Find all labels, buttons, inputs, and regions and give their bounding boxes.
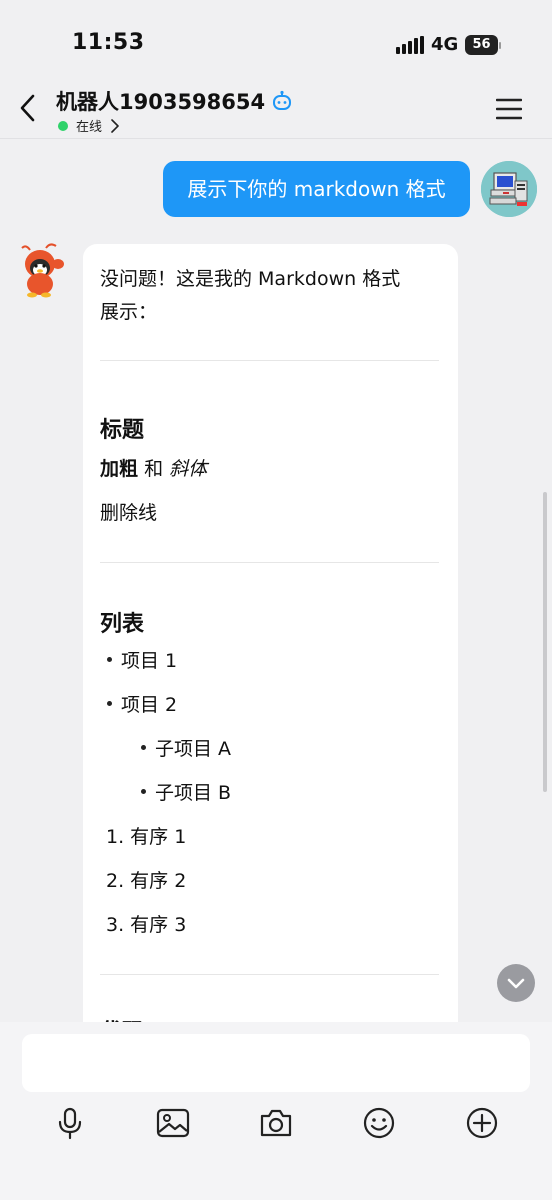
ordered-item: 1. 有序 1 bbox=[106, 826, 187, 848]
online-dot-icon bbox=[58, 120, 68, 131]
computer-avatar-icon bbox=[481, 161, 537, 217]
list-item-label: 项目 2 bbox=[121, 694, 178, 716]
ordered-item: 3. 有序 3 bbox=[106, 914, 187, 936]
microphone-icon[interactable] bbox=[53, 1106, 87, 1140]
online-status-label: 在线 bbox=[76, 120, 103, 135]
list-item: 项目 2 bbox=[107, 690, 177, 717]
bot-intro-line2: 展示： bbox=[100, 301, 158, 323]
chevron-down-icon bbox=[507, 978, 525, 989]
bullet-icon bbox=[107, 657, 112, 662]
divider bbox=[100, 974, 439, 975]
online-status[interactable]: 在线 bbox=[58, 116, 120, 135]
status-time: 11:53 bbox=[72, 30, 145, 55]
bold-text: 加粗 bbox=[100, 458, 139, 480]
heading-list: 列表 bbox=[100, 612, 145, 637]
italic-text: 斜体 bbox=[169, 458, 208, 480]
camera-icon[interactable] bbox=[259, 1106, 293, 1140]
heading-title: 标题 bbox=[100, 418, 145, 443]
emoji-icon[interactable] bbox=[362, 1106, 396, 1140]
chat-header: 机器人1903598654 在线 bbox=[0, 80, 552, 139]
network-type: 4G bbox=[431, 34, 459, 55]
battery-level: 56 bbox=[465, 35, 498, 55]
divider bbox=[100, 360, 439, 361]
bullet-icon bbox=[141, 789, 146, 794]
sub-list-item: 子项目 A bbox=[141, 734, 231, 761]
list-item-label: 项目 1 bbox=[121, 650, 178, 672]
back-icon[interactable] bbox=[16, 92, 40, 124]
signal-icon bbox=[396, 36, 424, 54]
user-avatar[interactable] bbox=[481, 161, 537, 217]
strikethrough-text: 删除线 bbox=[100, 502, 158, 524]
sub-list-item-label: 子项目 B bbox=[155, 782, 232, 804]
bottom-input-panel bbox=[0, 1022, 552, 1200]
sub-list-item-label: 子项目 A bbox=[155, 738, 232, 760]
bullet-icon bbox=[107, 701, 112, 706]
list-item: 项目 1 bbox=[107, 646, 177, 673]
message-input[interactable] bbox=[22, 1034, 530, 1092]
battery-tip bbox=[499, 42, 501, 49]
ordered-item: 2. 有序 2 bbox=[106, 870, 187, 892]
divider bbox=[100, 562, 439, 563]
bot-intro-line1: 没问题！这是我的 Markdown 格式 bbox=[100, 268, 401, 290]
chat-title: 机器人1903598654 bbox=[56, 90, 266, 114]
title-wrap[interactable]: 机器人1903598654 bbox=[56, 86, 293, 116]
battery-icon: 56 bbox=[465, 35, 501, 55]
user-message-bubble[interactable]: 展示下你的 markdown 格式 bbox=[163, 161, 470, 217]
chevron-right-icon bbox=[111, 118, 119, 133]
scroll-to-bottom-button[interactable] bbox=[497, 964, 535, 1002]
sub-list-item: 子项目 B bbox=[141, 778, 231, 805]
scrollbar[interactable] bbox=[543, 492, 547, 792]
robot-icon bbox=[273, 90, 292, 110]
bullet-icon bbox=[141, 745, 146, 750]
bot-message-bubble[interactable] bbox=[83, 244, 458, 1104]
status-bar: 11:53 4G 56 bbox=[0, 0, 552, 80]
bot-avatar[interactable] bbox=[16, 242, 72, 298]
plus-icon[interactable] bbox=[465, 1106, 499, 1140]
and-text: 和 bbox=[144, 458, 164, 480]
chat-screen: 11:53 4G 56 机器人1903598654 在线 展示下你的 markd… bbox=[0, 0, 552, 1200]
image-icon[interactable] bbox=[156, 1106, 190, 1140]
formatting-line: 加粗 和 斜体 bbox=[100, 454, 207, 481]
menu-icon[interactable] bbox=[496, 98, 522, 120]
lobster-penguin-avatar-icon bbox=[21, 243, 64, 298]
